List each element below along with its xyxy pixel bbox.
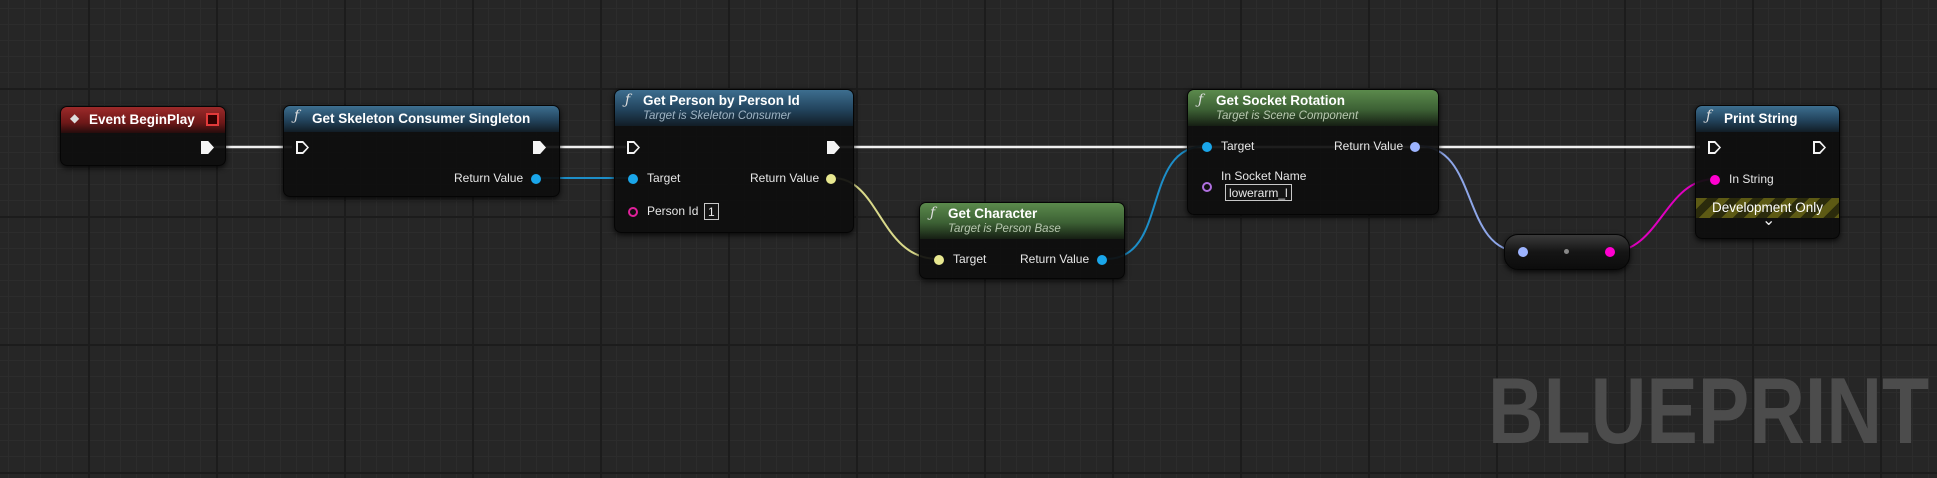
in-string-label: In String <box>1729 172 1774 186</box>
event-beginplay-node[interactable]: ◆ Event BeginPlay <box>60 106 226 166</box>
return-value-pin[interactable] <box>1097 255 1107 265</box>
node-header: ƒ Get Character Target is Person Base <box>920 203 1124 239</box>
node-title: Get Person by Person Id <box>643 93 800 108</box>
exec-out-pin[interactable] <box>1813 141 1826 154</box>
return-value-label: Return Value <box>1334 139 1404 153</box>
delegate-pin[interactable] <box>206 113 219 126</box>
in-string-pin[interactable] <box>1710 175 1720 185</box>
exec-in-pin[interactable] <box>627 141 640 154</box>
function-icon: ƒ <box>294 108 300 124</box>
conversion-dot-icon <box>1564 249 1569 254</box>
person-id-input[interactable]: 1 <box>704 203 719 220</box>
person-id-pin[interactable] <box>628 207 638 217</box>
rotator-in-pin[interactable] <box>1518 247 1528 257</box>
print-string-node[interactable]: ƒ Print String In String Development Onl… <box>1695 105 1840 239</box>
function-icon: ƒ <box>625 92 631 108</box>
expand-chevron-icon[interactable]: ⌄ <box>1762 210 1775 229</box>
target-pin[interactable] <box>1202 142 1212 152</box>
person-id-label: Person Id <box>647 204 699 218</box>
blueprint-watermark: BLUEPRINT <box>1488 358 1930 463</box>
get-socket-rotation-node[interactable]: ƒ Get Socket Rotation Target is Scene Co… <box>1187 89 1439 215</box>
get-character-node[interactable]: ƒ Get Character Target is Person Base Ta… <box>919 202 1125 279</box>
node-header: ƒ Get Skeleton Consumer Singleton <box>284 106 559 132</box>
target-label: Target <box>953 252 987 266</box>
return-value-label: Return Value <box>1020 252 1090 266</box>
target-pin[interactable] <box>934 255 944 265</box>
target-label: Target <box>1221 139 1255 153</box>
node-subtitle: Target is Scene Component <box>1216 110 1359 122</box>
target-label: Target <box>647 171 681 185</box>
function-icon: ƒ <box>1706 108 1712 124</box>
conversion-node[interactable] <box>1504 234 1630 270</box>
exec-out-pin[interactable] <box>201 141 214 154</box>
node-title: Get Skeleton Consumer Singleton <box>312 111 531 126</box>
exec-out-pin[interactable] <box>827 141 840 154</box>
string-out-pin[interactable] <box>1605 247 1615 257</box>
node-header: ƒ Get Socket Rotation Target is Scene Co… <box>1188 90 1438 126</box>
socket-name-pin[interactable] <box>1202 182 1212 192</box>
node-title: Get Socket Rotation <box>1216 93 1346 108</box>
node-title: Print String <box>1724 111 1798 126</box>
node-header: ƒ Print String <box>1696 106 1839 132</box>
function-icon: ƒ <box>930 205 936 221</box>
node-subtitle: Target is Person Base <box>948 223 1061 235</box>
node-subtitle: Target is Skeleton Consumer <box>643 110 791 122</box>
return-value-pin[interactable] <box>826 174 836 184</box>
return-value-label: Return Value <box>454 171 524 185</box>
node-header: ◆ Event BeginPlay <box>61 107 225 133</box>
return-value-label: Return Value <box>750 171 820 185</box>
node-title: Get Character <box>948 206 1038 221</box>
target-pin[interactable] <box>628 174 638 184</box>
node-title: Event BeginPlay <box>89 112 195 127</box>
function-icon: ƒ <box>1198 92 1204 108</box>
return-value-pin[interactable] <box>1410 142 1420 152</box>
return-value-pin[interactable] <box>531 174 541 184</box>
get-skeleton-consumer-singleton-node[interactable]: ƒ Get Skeleton Consumer Singleton Return… <box>283 105 560 197</box>
socket-name-label: In Socket Name <box>1221 169 1307 183</box>
event-icon: ◆ <box>70 111 80 125</box>
exec-out-pin[interactable] <box>533 141 546 154</box>
exec-in-pin[interactable] <box>296 141 309 154</box>
get-person-by-person-id-node[interactable]: ƒ Get Person by Person Id Target is Skel… <box>614 89 854 233</box>
exec-in-pin[interactable] <box>1708 141 1721 154</box>
socket-name-input[interactable]: lowerarm_l <box>1225 184 1292 201</box>
node-header: ƒ Get Person by Person Id Target is Skel… <box>615 90 853 126</box>
